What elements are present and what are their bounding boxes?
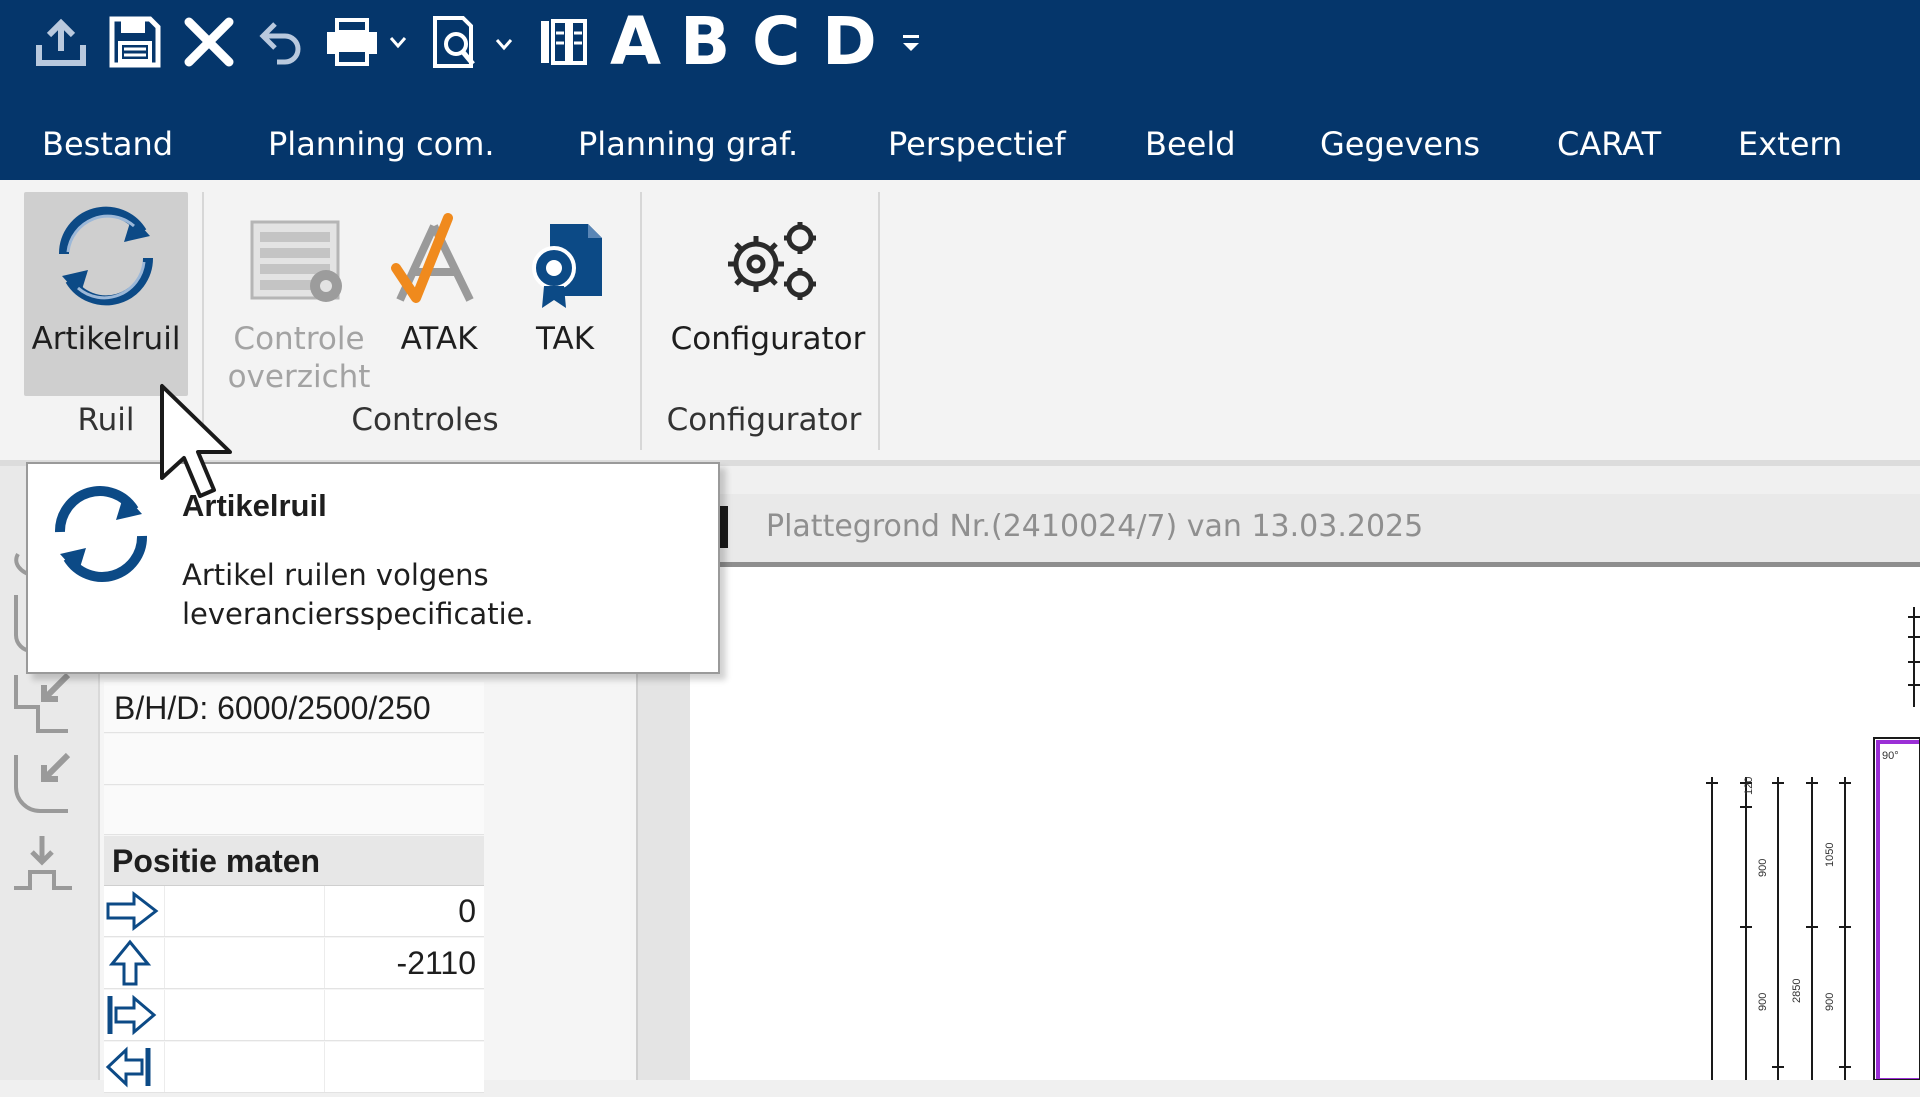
cell-divider xyxy=(324,938,325,988)
configurator-button[interactable]: Configurator xyxy=(660,192,876,372)
dimensions-value: B/H/D: 6000/2500/250 xyxy=(114,690,431,726)
dim-label-6: 90° xyxy=(1882,750,1899,762)
undo-icon[interactable] xyxy=(252,14,310,70)
cell-divider xyxy=(164,938,165,988)
arrow-left-bar-icon xyxy=(104,1042,168,1092)
view-a-button[interactable]: A xyxy=(610,6,661,78)
group-label-controles: Controles xyxy=(351,402,499,438)
dimension-lines xyxy=(1706,607,1920,1080)
insert-down-icon[interactable] xyxy=(8,836,88,900)
upload-icon[interactable] xyxy=(30,14,92,70)
artikelruil-button[interactable]: Artikelruil xyxy=(24,192,188,396)
cell-divider xyxy=(164,886,165,936)
document-title: Plattegrond Nr.(2410024/7) van 13.03.202… xyxy=(766,509,1424,544)
menu-gegevens[interactable]: Gegevens xyxy=(1320,122,1480,166)
position-row[interactable]: 0 xyxy=(104,886,484,937)
menu-beeld[interactable]: Beeld xyxy=(1145,122,1236,166)
controle-label-line1: Controle xyxy=(233,321,365,357)
dim-label-3: 900 xyxy=(1757,993,1769,1011)
position-row[interactable] xyxy=(104,1042,484,1093)
catalog-icon[interactable] xyxy=(534,14,594,70)
view-c-button[interactable]: C xyxy=(752,6,800,78)
dim-label-1: 900 xyxy=(1757,859,1769,877)
document-tab[interactable]: Plattegrond Nr.(2410024/7) van 13.03.202… xyxy=(690,494,1920,567)
controle-label: Controle overzicht xyxy=(222,320,376,396)
mouse-cursor-icon xyxy=(158,382,238,504)
tooltip-description: Artikel ruilen volgens leveranciersspeci… xyxy=(182,558,534,631)
tak-document-icon xyxy=(510,192,620,320)
cell-divider xyxy=(324,886,325,936)
controle-overzicht-button[interactable]: Controle overzicht xyxy=(222,192,376,395)
ribbon-separator xyxy=(640,192,642,450)
title-bar: A B C D Bestand Planning com. Planning g… xyxy=(0,0,1920,180)
controle-label-line2: overzicht xyxy=(227,359,371,395)
tooltip-artikelruil: Artikelruil Artikel ruilen volgens lever… xyxy=(26,462,720,674)
atak-label: ATAK xyxy=(400,321,478,357)
arrow-right-bar-icon xyxy=(104,990,168,1040)
cell-divider xyxy=(164,990,165,1040)
position-value: -2110 xyxy=(396,945,476,981)
save-icon[interactable] xyxy=(104,14,166,70)
checklist-settings-icon xyxy=(222,192,376,320)
position-value: 0 xyxy=(458,893,476,929)
floorplan-drawing: 120 900 1050 900 2850 900 90° xyxy=(1706,607,1920,1082)
position-row[interactable] xyxy=(104,990,484,1041)
configurator-label: Configurator xyxy=(670,321,866,357)
gears-icon xyxy=(660,192,876,320)
customize-quick-access-icon[interactable] xyxy=(896,14,926,70)
view-b-button[interactable]: B xyxy=(680,6,730,78)
empty-row xyxy=(104,734,484,785)
position-row[interactable]: -2110 xyxy=(104,938,484,989)
wall-outline-inner xyxy=(1873,737,1920,1081)
dim-label-4: 2850 xyxy=(1791,979,1803,1003)
menu-bestand[interactable]: Bestand xyxy=(42,122,173,166)
artikelruil-label: Artikelruil xyxy=(31,321,181,357)
menu-carat[interactable]: CARAT xyxy=(1557,122,1661,166)
menu-perspectief[interactable]: Perspectief xyxy=(888,122,1066,166)
print-preview-icon[interactable] xyxy=(428,14,520,70)
group-label-configurator: Configurator xyxy=(666,402,862,438)
close-icon[interactable] xyxy=(178,14,240,70)
arrow-up-icon xyxy=(104,938,168,988)
menu-planning-com[interactable]: Planning com. xyxy=(268,122,495,166)
dim-label-0: 120 xyxy=(1743,777,1755,795)
tak-button[interactable]: TAK xyxy=(510,192,620,372)
cell-divider xyxy=(164,1042,165,1092)
empty-row xyxy=(104,786,484,835)
view-d-button[interactable]: D xyxy=(822,6,877,78)
print-icon[interactable] xyxy=(322,14,414,70)
tak-label: TAK xyxy=(535,321,595,357)
arrow-right-icon xyxy=(104,886,168,936)
menu-planning-graf[interactable]: Planning graf. xyxy=(578,122,798,166)
exchange-icon xyxy=(42,478,162,588)
cell-divider xyxy=(324,990,325,1040)
ribbon-separator xyxy=(878,192,880,450)
menu-extern[interactable]: Extern xyxy=(1738,122,1842,166)
drawing-canvas[interactable]: 120 900 1050 900 2850 900 90° xyxy=(690,567,1920,1082)
exchange-icon xyxy=(24,192,188,320)
atak-check-icon xyxy=(386,192,492,320)
cell-divider xyxy=(324,1042,325,1092)
dimensions-row: B/H/D: 6000/2500/250 xyxy=(104,682,484,733)
section-header-positie-maten: Positie maten xyxy=(104,836,484,886)
dim-label-5: 900 xyxy=(1824,993,1836,1011)
ribbon: Artikelruil Controle overzicht ATAK TAK … xyxy=(0,180,1920,466)
corner-step-icon[interactable] xyxy=(8,671,88,735)
wall-outline xyxy=(1876,740,1920,1082)
atak-button[interactable]: ATAK xyxy=(386,192,492,372)
corner-round-icon[interactable] xyxy=(8,751,88,815)
dim-label-2: 1050 xyxy=(1824,843,1836,867)
